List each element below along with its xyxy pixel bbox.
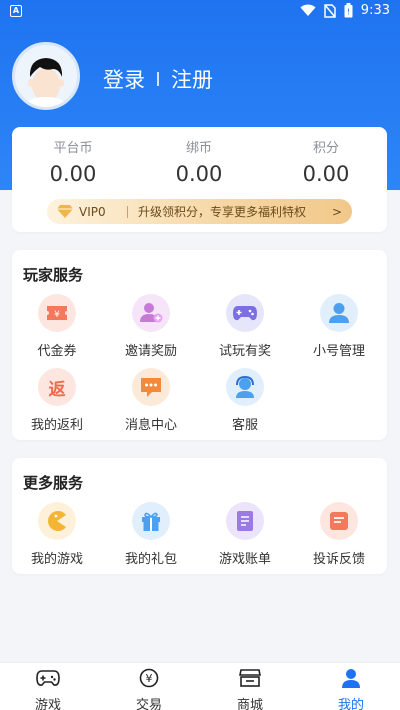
- customer-service-icon: [226, 368, 264, 406]
- tab-label: 商城: [236, 698, 263, 710]
- bound-coin-stat[interactable]: 绑币 0.00: [144, 137, 254, 186]
- tab-store[interactable]: 商城: [210, 668, 290, 710]
- points-stat[interactable]: 积分 0.00: [271, 137, 381, 186]
- more-services-card: 更多服务 我的游戏 我的礼包 游戏账单 投诉反馈: [12, 458, 387, 574]
- service-label: 代金券: [37, 344, 77, 359]
- message-icon: [132, 368, 170, 406]
- user-icon: [320, 294, 358, 332]
- tab-trade[interactable]: ¥ 交易: [109, 668, 189, 710]
- service-label: 我的礼包: [124, 552, 177, 567]
- vip-promo-text: 升级领积分，专享更多福利特权: [138, 205, 307, 219]
- gamepad-icon: [226, 294, 264, 332]
- service-trial-reward[interactable]: 试玩有奖: [200, 294, 290, 359]
- rebate-icon: 返: [38, 368, 76, 406]
- invite-user-icon: [132, 294, 170, 332]
- more-my-games[interactable]: 我的游戏: [12, 502, 102, 567]
- more-my-gifts[interactable]: 我的礼包: [106, 502, 196, 567]
- svg-text:¥: ¥: [146, 672, 153, 685]
- diamond-icon: [57, 205, 73, 218]
- more-complaint-feedback[interactable]: 投诉反馈: [294, 502, 384, 567]
- voucher-icon: ¥: [38, 294, 76, 332]
- status-bar: A ! 9:33: [0, 0, 400, 24]
- service-label: 邀请奖励: [124, 344, 177, 359]
- service-label: 投诉反馈: [312, 552, 365, 567]
- service-sub-account[interactable]: 小号管理: [294, 294, 384, 359]
- tab-label: 游戏: [34, 698, 61, 710]
- platform-coin-label: 平台币: [53, 141, 93, 156]
- player-services-title: 玩家服务: [23, 266, 84, 284]
- platform-coin-stat[interactable]: 平台币 0.00: [18, 137, 128, 186]
- service-label: 我的游戏: [30, 552, 83, 567]
- service-customer-support[interactable]: 客服: [200, 368, 290, 433]
- profile-tab-icon: [342, 669, 360, 688]
- store-tab-icon: [239, 669, 261, 687]
- login-link[interactable]: 登录: [103, 64, 145, 94]
- register-link[interactable]: 注册: [171, 64, 213, 94]
- wallet-card: 平台币 0.00 绑币 0.00 积分 0.00 VIP0 升级领积分，专享更多…: [12, 127, 387, 232]
- pacman-icon: [38, 502, 76, 540]
- player-services-card: 玩家服务 ¥ 代金券 邀请奖励 试玩有奖 小号管理 返 我的返利 消息中心 客服: [12, 250, 387, 440]
- platform-coin-value: 0.00: [49, 162, 97, 186]
- bound-coin-value: 0.00: [175, 162, 223, 186]
- no-sim-icon: [324, 3, 336, 18]
- status-time: 9:33: [360, 3, 390, 18]
- avatar[interactable]: [12, 42, 80, 110]
- points-value: 0.00: [302, 162, 350, 186]
- svg-text:¥: ¥: [54, 310, 60, 320]
- service-label: 消息中心: [124, 418, 177, 433]
- notification-a-icon: A: [10, 5, 22, 17]
- default-avatar-icon: [25, 58, 67, 107]
- service-label: 我的返利: [30, 418, 83, 433]
- vip-divider: [127, 205, 128, 218]
- gamepad-tab-icon: [36, 670, 60, 686]
- tab-games[interactable]: 游戏: [8, 668, 88, 710]
- points-label: 积分: [312, 141, 339, 156]
- more-services-title: 更多服务: [23, 474, 84, 492]
- login-register: 登录 注册: [103, 64, 213, 94]
- service-message-center[interactable]: 消息中心: [106, 368, 196, 433]
- tab-profile[interactable]: 我的: [311, 668, 391, 710]
- more-game-bills[interactable]: 游戏账单: [200, 502, 290, 567]
- status-right: ! 9:33: [300, 3, 390, 18]
- feedback-icon: [320, 502, 358, 540]
- login-divider: [157, 72, 159, 86]
- service-invite[interactable]: 邀请奖励: [106, 294, 196, 359]
- service-label: 小号管理: [312, 344, 365, 359]
- chevron-right-icon: >: [331, 204, 342, 219]
- tab-label: 交易: [135, 698, 162, 710]
- vip-upgrade-bar[interactable]: VIP0 升级领积分，专享更多福利特权 >: [47, 199, 352, 224]
- gift-icon: [132, 502, 170, 540]
- service-label: 客服: [231, 418, 258, 433]
- tab-label: 我的: [337, 698, 364, 710]
- bottom-tab-bar: 游戏 ¥ 交易 商城 我的: [0, 662, 400, 710]
- battery-icon: !: [344, 3, 353, 18]
- service-label: 游戏账单: [218, 552, 271, 567]
- bound-coin-label: 绑币: [185, 141, 212, 156]
- vip-level: VIP0: [79, 204, 106, 219]
- service-label: 试玩有奖: [218, 344, 271, 359]
- service-voucher[interactable]: ¥ 代金券: [12, 294, 102, 359]
- bill-icon: [226, 502, 264, 540]
- wifi-icon: [300, 4, 316, 16]
- svg-text:!: !: [347, 8, 350, 17]
- vip-badge: VIP0: [47, 205, 127, 219]
- trade-tab-icon: ¥: [139, 668, 159, 688]
- service-rebate[interactable]: 返 我的返利: [12, 368, 102, 433]
